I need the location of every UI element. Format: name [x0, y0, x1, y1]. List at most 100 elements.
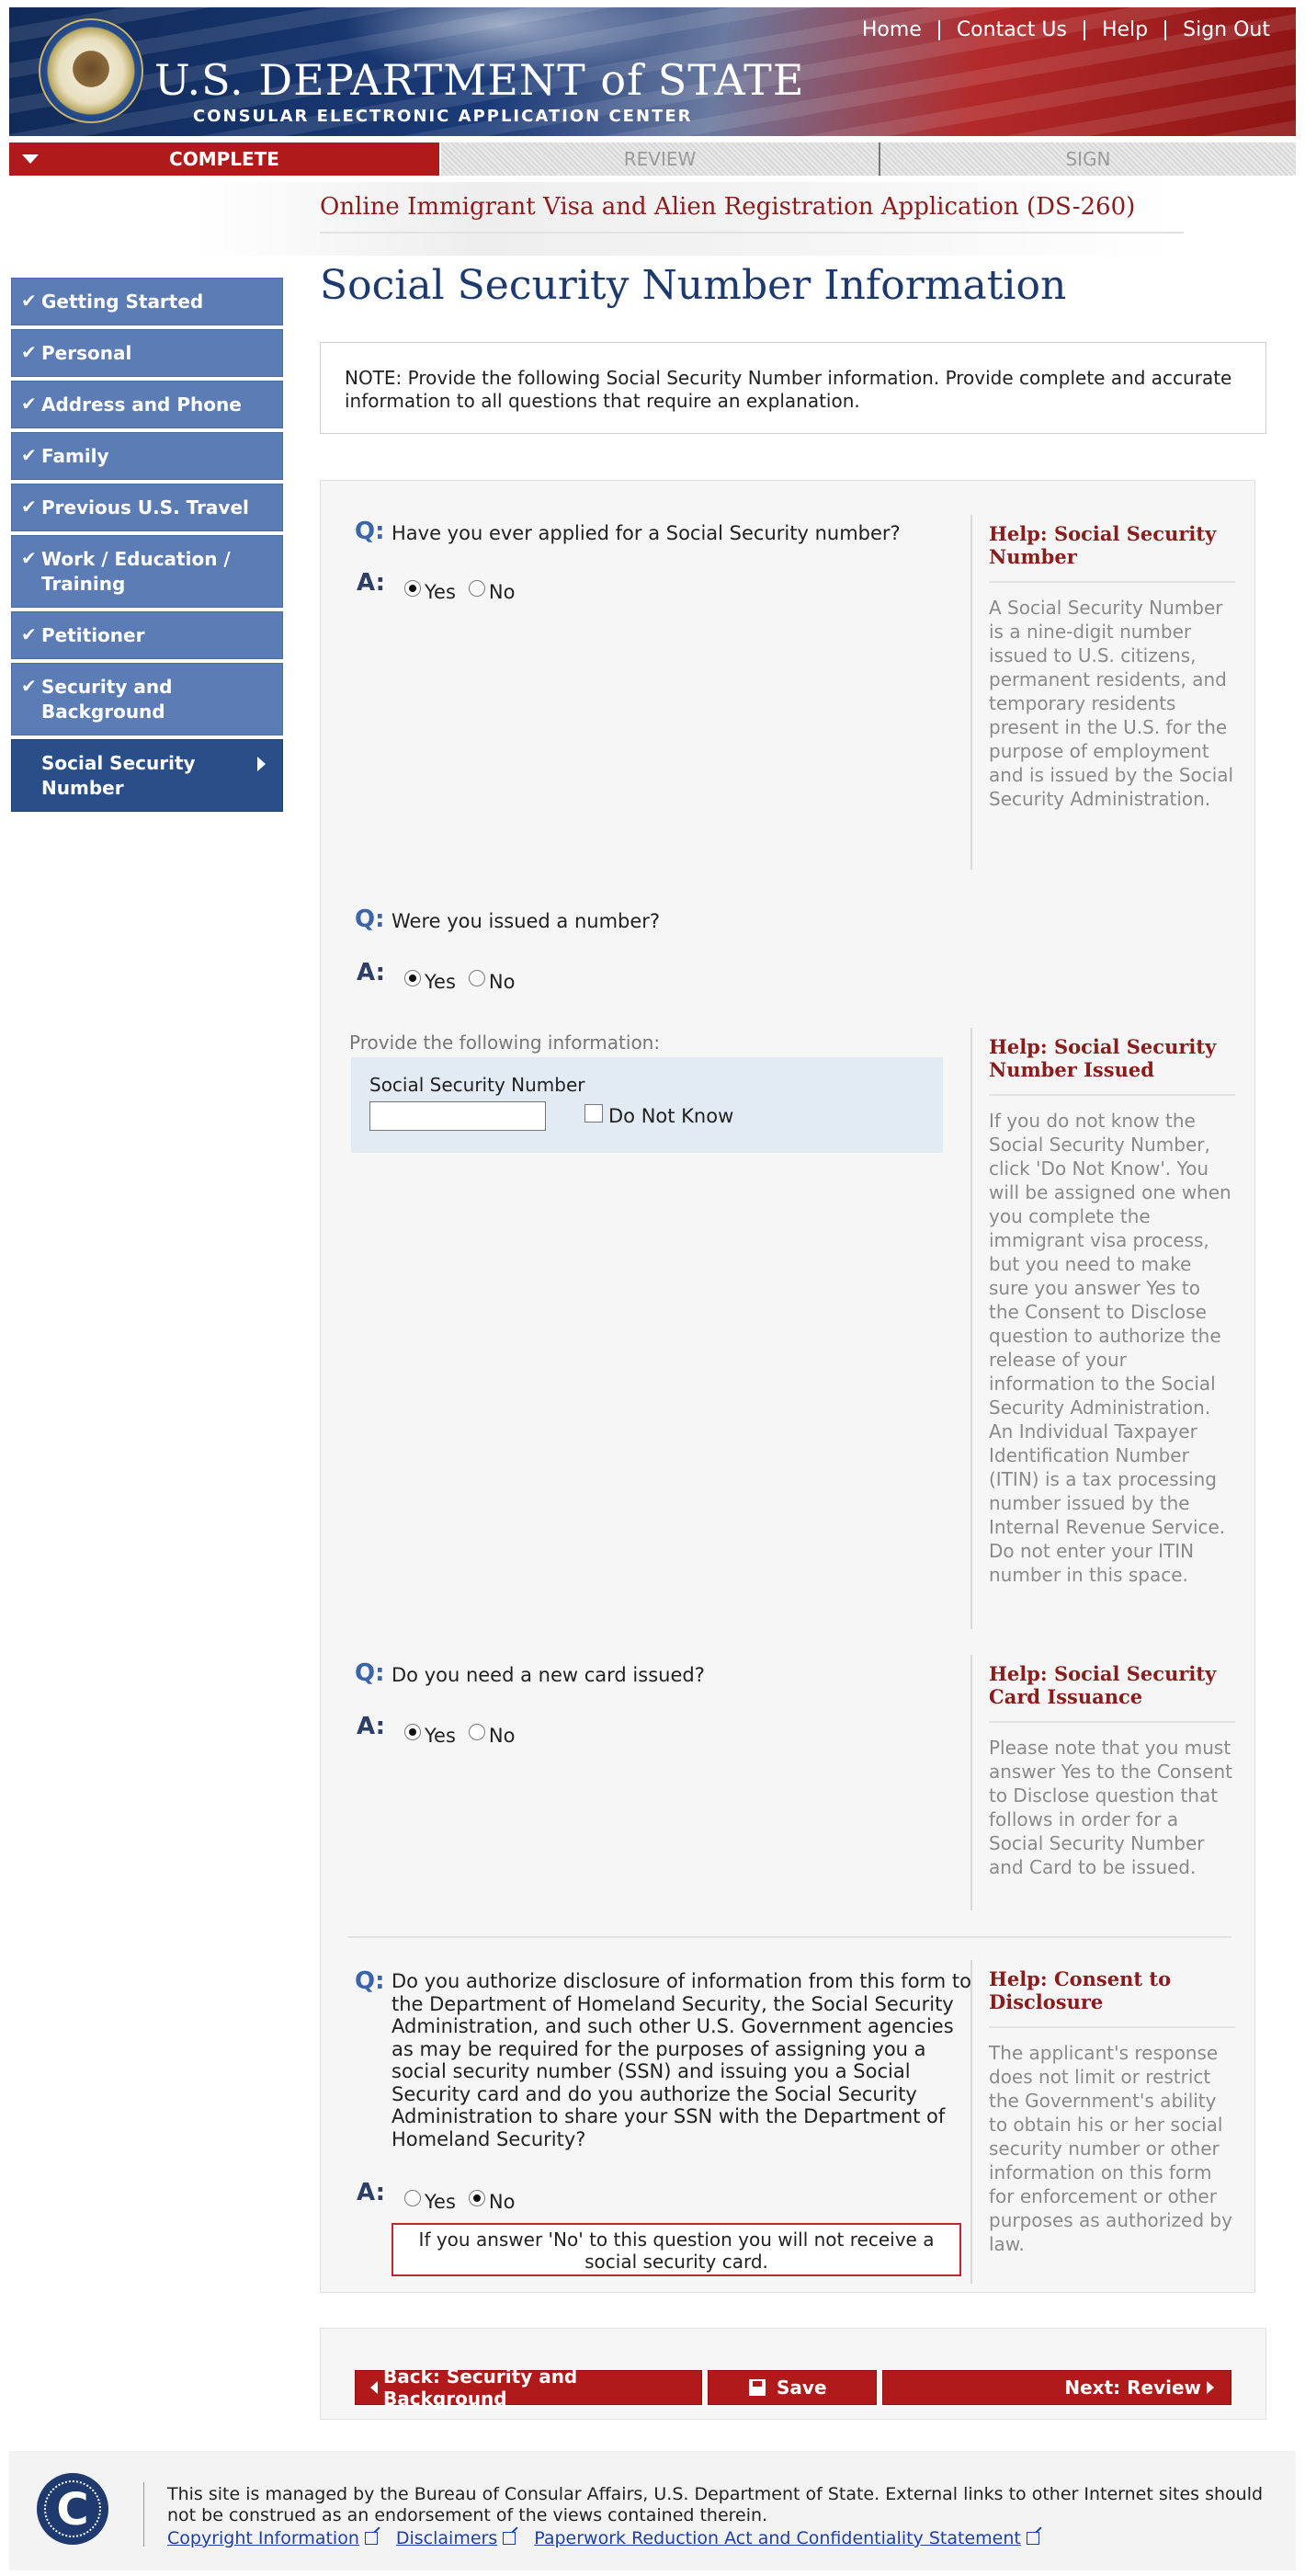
sidebar-item-label: Family [41, 445, 109, 467]
q4-no-radio[interactable] [468, 2190, 485, 2206]
help-title: Help: Social Security Number Issued [989, 1028, 1235, 1089]
question-3-options: Yes No [404, 1717, 528, 1747]
arrow-left-icon [370, 2381, 378, 2394]
answer-marker: A: [357, 959, 386, 986]
help-divider [970, 1960, 972, 2284]
disclaimers-link-label: Disclaimers [395, 2528, 498, 2548]
warning-box: If you answer 'No' to this question you … [392, 2223, 961, 2276]
help-prefix: Help: [989, 1662, 1048, 1685]
help-title: Help: Social Security Card Issuance [989, 1655, 1235, 1715]
answer-marker: A: [357, 2179, 386, 2206]
q1-no-label[interactable]: No [489, 581, 516, 603]
q3-yes-label[interactable]: Yes [425, 1725, 456, 1747]
help-body: A Social Security Number is a nine-digit… [989, 597, 1234, 810]
page-title: Social Security Number Information [320, 262, 1067, 309]
agency-subtitle: CONSULAR ELECTRONIC APPLICATION CENTER [193, 107, 693, 126]
ssn-input[interactable] [369, 1101, 546, 1131]
note-text: NOTE: Provide the following Social Secur… [345, 367, 1232, 412]
sidebar-item-security-background[interactable]: ✔ Security and Background [11, 663, 283, 735]
step-complete-label: COMPLETE [169, 148, 279, 170]
sidebar-item-petitioner[interactable]: ✔ Petitioner [11, 611, 283, 659]
help-divider [970, 1028, 972, 1629]
question-marker: Q: [355, 906, 385, 933]
q2-yes-label[interactable]: Yes [425, 971, 456, 993]
question-4-text: Do you authorize disclosure of informati… [392, 1970, 972, 2150]
sidebar-item-social-security[interactable]: Social Security Number [11, 739, 283, 812]
sidebar-item-label: Security and Background [41, 676, 173, 723]
help-body: The applicant's response does not limit … [989, 2042, 1232, 2255]
checkmark-icon: ✔ [21, 675, 37, 697]
sidebar-item-label: Personal [41, 342, 132, 364]
disclaimers-link[interactable]: Disclaimers [396, 2528, 516, 2548]
copyright-link-label: Copyright Information [167, 2528, 359, 2548]
step-sign: SIGN [880, 142, 1296, 176]
checkmark-icon: ✔ [21, 444, 37, 466]
step-review-label: REVIEW [623, 148, 697, 170]
q3-yes-radio[interactable] [404, 1724, 421, 1740]
warning-text: If you answer 'No' to this question you … [418, 2228, 935, 2273]
q1-yes-radio[interactable] [404, 580, 421, 597]
checkmark-icon: ✔ [21, 623, 37, 645]
step-complete: COMPLETE [9, 142, 439, 176]
external-link-icon [503, 2532, 516, 2545]
step-review: REVIEW [441, 142, 880, 176]
help-ssn-issued: Help: Social Security Number Issued If y… [989, 1028, 1235, 1587]
checkmark-icon: ✔ [21, 393, 37, 415]
q3-no-radio[interactable] [468, 1724, 485, 1740]
sidebar-item-previous-us-travel[interactable]: ✔ Previous U.S. Travel [11, 484, 283, 531]
agency-name: U.S. DEPARTMENT of STATE [154, 55, 805, 105]
question-2-text: Were you issued a number? [392, 910, 661, 932]
sidebar-item-work-education[interactable]: ✔ Work / Education / Training [11, 535, 283, 608]
nav-home-link[interactable]: Home [845, 18, 938, 41]
q2-no-label[interactable]: No [489, 971, 516, 993]
copyright-link[interactable]: Copyright Information [167, 2528, 378, 2548]
q4-yes-label[interactable]: Yes [425, 2191, 456, 2213]
help-title: Help: Social Security Number [989, 515, 1235, 576]
footer-disclaimer: This site is managed by the Bureau of Co… [167, 2484, 1264, 2525]
help-prefix: Help: [989, 1035, 1048, 1058]
help-title: Help: Consent to Disclosure [989, 1960, 1235, 2021]
step-sign-label: SIGN [1065, 148, 1111, 170]
checkmark-icon: ✔ [21, 290, 37, 312]
paperwork-link-label: Paperwork Reduction Act and Confidential… [534, 2528, 1021, 2548]
progress-steps: COMPLETE REVIEW SIGN [9, 142, 1296, 176]
save-button[interactable]: Save [708, 2370, 877, 2405]
checkmark-icon: ✔ [21, 547, 37, 569]
sidebar-item-label: Getting Started [41, 291, 204, 313]
q4-no-label[interactable]: No [489, 2191, 516, 2213]
nav-contact-link[interactable]: Contact Us [940, 18, 1084, 41]
back-button[interactable]: Back: Security and Background [355, 2365, 702, 2410]
sidebar-item-personal[interactable]: ✔ Personal [11, 329, 283, 377]
q4-yes-radio[interactable] [404, 2190, 421, 2206]
paperwork-reduction-link[interactable]: Paperwork Reduction Act and Confidential… [534, 2528, 1039, 2548]
do-not-know-checkbox[interactable] [584, 1104, 603, 1123]
nav-sign-out-link[interactable]: Sign Out [1166, 18, 1287, 41]
q3-no-label[interactable]: No [489, 1725, 516, 1747]
question-4-options: Yes No [404, 2183, 528, 2213]
q2-yes-radio[interactable] [404, 970, 421, 986]
help-consent-disclosure: Help: Consent to Disclosure The applican… [989, 1960, 1235, 2256]
checkmark-icon: ✔ [21, 496, 37, 518]
sidebar-item-family[interactable]: ✔ Family [11, 432, 283, 480]
next-button[interactable]: Next: Review [882, 2370, 1231, 2405]
answer-marker: A: [357, 1713, 386, 1740]
question-marker: Q: [355, 518, 385, 545]
site-footer: C This site is managed by the Bureau of … [9, 2451, 1296, 2570]
answer-marker: A: [357, 569, 386, 597]
help-rule [989, 2026, 1235, 2028]
question-marker: Q: [355, 1967, 385, 1995]
consular-affairs-logo-icon: C [37, 2473, 108, 2545]
sidebar-item-label: Petitioner [41, 624, 145, 646]
nav-help-link[interactable]: Help [1085, 18, 1164, 41]
help-body: Please note that you must answer Yes to … [989, 1737, 1232, 1878]
note-box: NOTE: Provide the following Social Secur… [320, 342, 1266, 434]
department-seal-icon [39, 18, 143, 123]
next-button-label: Next: Review [1064, 2377, 1201, 2399]
sidebar-item-address-and-phone[interactable]: ✔ Address and Phone [11, 381, 283, 428]
q2-no-radio[interactable] [468, 970, 485, 986]
q1-no-radio[interactable] [468, 580, 485, 597]
eagle-icon [70, 48, 112, 90]
sidebar-item-getting-started[interactable]: ✔ Getting Started [11, 278, 283, 325]
q1-yes-label[interactable]: Yes [425, 581, 456, 603]
do-not-know-label[interactable]: Do Not Know [608, 1105, 733, 1127]
